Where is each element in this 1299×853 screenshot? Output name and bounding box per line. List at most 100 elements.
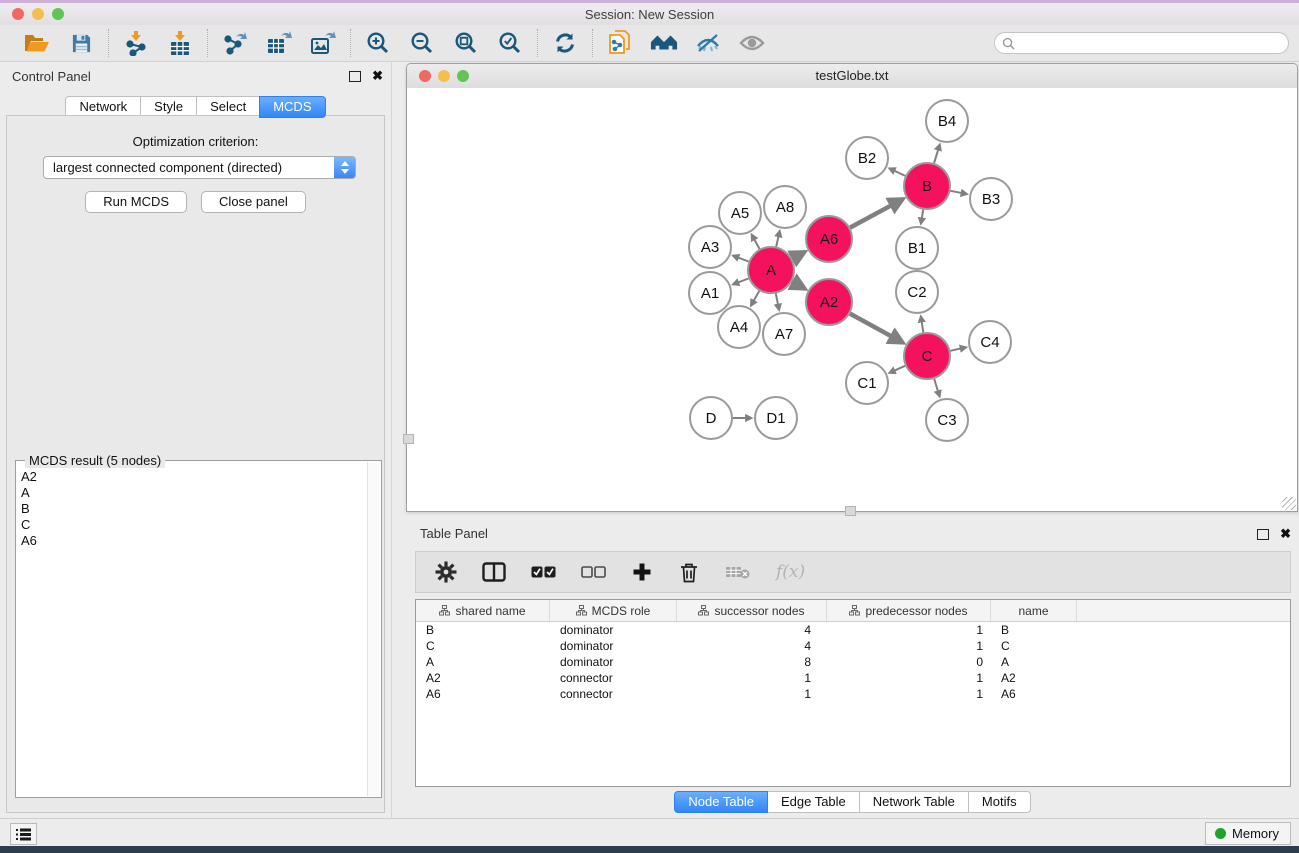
show-panels-button[interactable] (10, 823, 37, 845)
table-cell[interactable]: A2 (991, 671, 1077, 685)
table-cell[interactable]: 0 (827, 655, 991, 669)
close-panel-icon[interactable]: ✖ (372, 70, 383, 82)
graph-edge-A2-C[interactable] (850, 314, 902, 342)
column-header-name[interactable]: name (991, 600, 1077, 621)
zoom-selected-button[interactable] (496, 29, 524, 57)
graph-edge-A-A8[interactable] (776, 231, 779, 246)
table-cell[interactable]: B (416, 623, 550, 637)
criterion-dropdown[interactable]: largest connected component (directed) (43, 156, 356, 179)
column-header-MCDS-role[interactable]: MCDS role (550, 600, 677, 621)
deselect-all-rows-button[interactable] (581, 560, 606, 584)
table-cell[interactable]: 1 (827, 639, 991, 653)
graph-edge-B-B3[interactable] (951, 191, 967, 194)
export-image-button[interactable] (309, 29, 337, 57)
column-header-successor-nodes[interactable]: successor nodes (677, 600, 827, 621)
search-input[interactable] (1015, 35, 1288, 51)
run-mcds-button[interactable]: Run MCDS (85, 191, 187, 213)
first-neighbors-button[interactable] (650, 29, 678, 57)
column-header-shared-name[interactable]: shared name (416, 600, 550, 621)
float-table-panel-icon[interactable] (1257, 529, 1269, 540)
refresh-layout-button[interactable] (551, 29, 579, 57)
save-session-button[interactable] (67, 29, 95, 57)
close-panel-button[interactable]: Close panel (201, 191, 306, 213)
graph-edge-C-C3[interactable] (934, 379, 939, 396)
table-row[interactable]: A6connector11A6 (416, 686, 1290, 702)
network-window-titlebar[interactable]: testGlobe.txt (407, 64, 1297, 89)
graph-edge-B-B1[interactable] (921, 210, 923, 224)
delete-column-button[interactable] (678, 560, 700, 584)
export-network-button[interactable] (221, 29, 249, 57)
table-cell[interactable]: dominator (550, 655, 677, 669)
table-cell[interactable]: dominator (550, 623, 677, 637)
delete-table-button[interactable] (725, 560, 751, 584)
tab-mcds[interactable]: MCDS (259, 96, 325, 118)
graph-edge-A-A7[interactable] (776, 294, 779, 310)
graph-edge-A-A3[interactable] (733, 256, 748, 262)
open-file-button[interactable] (23, 29, 51, 57)
table-cell[interactable]: A6 (416, 687, 550, 701)
table-row[interactable]: Adominator80A (416, 654, 1290, 670)
memory-button[interactable]: Memory (1205, 822, 1291, 845)
graph-edge-B-B4[interactable] (934, 145, 940, 163)
graph-edge-C-C1[interactable] (890, 366, 905, 373)
graph-edge-C-C2[interactable] (921, 317, 923, 333)
table-cell[interactable]: A (416, 655, 550, 669)
select-all-rows-button[interactable] (531, 560, 556, 584)
table-cell[interactable]: 8 (677, 655, 827, 669)
table-cell[interactable]: C (416, 639, 550, 653)
table-cell[interactable]: connector (550, 687, 677, 701)
zoom-in-button[interactable] (364, 29, 392, 57)
float-panel-icon[interactable] (349, 71, 361, 82)
table-tab-motifs[interactable]: Motifs (968, 791, 1031, 813)
table-cell[interactable]: A (991, 655, 1077, 669)
horizontal-scroll-handle[interactable] (845, 506, 856, 516)
vertical-scroll-handle[interactable] (403, 434, 414, 444)
graph-edge-A6-B[interactable] (850, 200, 901, 228)
window-resize-grip[interactable] (1282, 497, 1296, 510)
graph-edge-A-A6[interactable] (792, 253, 803, 259)
table-options-gear-button[interactable] (435, 560, 457, 584)
mcds-result-item[interactable]: A2 (18, 469, 367, 485)
table-cell[interactable]: A2 (416, 671, 550, 685)
zoom-fit-button[interactable] (452, 29, 480, 57)
table-cell[interactable]: 1 (827, 687, 991, 701)
graph-edge-A-A1[interactable] (733, 279, 748, 285)
table-cell[interactable]: B (991, 623, 1077, 637)
table-tab-network-table[interactable]: Network Table (859, 791, 969, 813)
graph-edge-A-A5[interactable] (752, 235, 760, 249)
table-cell[interactable]: 1 (677, 687, 827, 701)
function-builder-button[interactable]: f(x) (776, 560, 805, 584)
network-canvas[interactable]: B4B2BB3B1A5A8A6A3AA1A2C2A4A7CC4C1C3DD1 (407, 88, 1297, 511)
close-table-panel-icon[interactable]: ✖ (1280, 528, 1291, 540)
table-row[interactable]: Bdominator41B (416, 622, 1290, 638)
mcds-result-item[interactable]: C (18, 517, 367, 533)
show-column-button[interactable] (482, 560, 506, 584)
zoom-out-button[interactable] (408, 29, 436, 57)
graph-edge-B-B2[interactable] (890, 169, 906, 176)
table-cell[interactable]: 1 (677, 671, 827, 685)
table-row[interactable]: A2connector11A2 (416, 670, 1290, 686)
table-cell[interactable]: 4 (677, 639, 827, 653)
table-cell[interactable]: 1 (827, 623, 991, 637)
table-cell[interactable]: dominator (550, 639, 677, 653)
table-cell[interactable]: 1 (827, 671, 991, 685)
new-network-from-selection-button[interactable] (606, 29, 634, 57)
hide-selected-button[interactable] (694, 29, 722, 57)
table-tab-edge-table[interactable]: Edge Table (767, 791, 860, 813)
table-cell[interactable]: connector (550, 671, 677, 685)
result-scrollbar[interactable] (367, 462, 380, 796)
column-header-predecessor-nodes[interactable]: predecessor nodes (827, 600, 991, 621)
import-table-button[interactable] (166, 29, 194, 57)
add-column-button[interactable] (631, 560, 653, 584)
graph-edge-C-C4[interactable] (950, 347, 965, 350)
mcds-result-item[interactable]: A (18, 485, 367, 501)
table-tab-node-table[interactable]: Node Table (674, 791, 768, 813)
table-cell[interactable]: A6 (991, 687, 1077, 701)
table-row[interactable]: Cdominator41C (416, 638, 1290, 654)
table-cell[interactable]: C (991, 639, 1077, 653)
export-table-button[interactable] (265, 29, 293, 57)
graph-edge-A-A2[interactable] (792, 282, 804, 288)
show-all-button[interactable] (738, 29, 766, 57)
mcds-result-item[interactable]: A6 (18, 533, 367, 549)
mcds-result-item[interactable]: B (18, 501, 367, 517)
